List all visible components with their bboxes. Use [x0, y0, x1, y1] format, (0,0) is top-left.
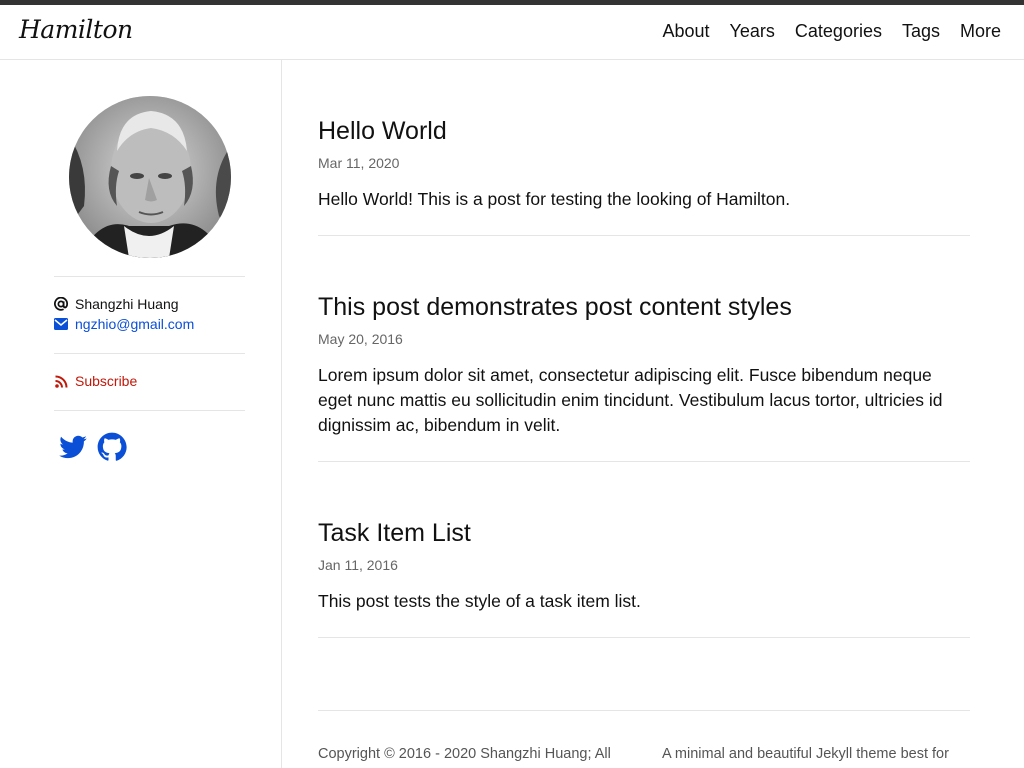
post-excerpt: Lorem ipsum dolor sit amet, consectetur …	[318, 365, 943, 435]
sidebar-divider	[54, 353, 245, 354]
rss-icon	[54, 374, 68, 388]
footer-divider	[318, 710, 970, 711]
post-title[interactable]: Task Item List	[318, 518, 970, 548]
author-name: Shangzhi Huang	[75, 296, 179, 312]
post-date: Jan 11, 2016	[318, 557, 398, 573]
author-row: Shangzhi Huang	[54, 296, 179, 312]
site-logo[interactable]: Hamilton	[19, 15, 133, 44]
nav-years[interactable]: Years	[730, 21, 775, 42]
sidebar-divider	[54, 276, 245, 277]
twitter-icon[interactable]	[58, 432, 88, 462]
post-date: May 20, 2016	[318, 331, 403, 347]
sidebar: Shangzhi Huang ngzhio@gmail.com Subscrib…	[0, 60, 282, 768]
subscribe-link[interactable]: Subscribe	[75, 373, 137, 389]
envelope-icon	[54, 317, 68, 331]
email-row: ngzhio@gmail.com	[54, 316, 194, 332]
nav-about[interactable]: About	[662, 21, 709, 42]
at-icon	[54, 297, 68, 311]
nav-tags[interactable]: Tags	[902, 21, 940, 42]
social-links	[58, 432, 127, 462]
list-item: Hello World Mar 11, 2020 Hello World! Th…	[318, 116, 970, 236]
footer-tagline: A minimal and beautiful Jekyll theme bes…	[662, 746, 949, 762]
post-title[interactable]: Hello World	[318, 116, 970, 146]
nav-categories[interactable]: Categories	[795, 21, 882, 42]
list-item: This post demonstrates post content styl…	[318, 292, 970, 462]
post-excerpt: This post tests the style of a task item…	[318, 591, 641, 611]
subscribe-row: Subscribe	[54, 373, 137, 389]
github-icon[interactable]	[97, 432, 127, 462]
main-nav: About Years Categories Tags More	[662, 21, 1001, 42]
email-link[interactable]: ngzhio@gmail.com	[75, 316, 194, 332]
list-item: Task Item List Jan 11, 2016 This post te…	[318, 518, 970, 638]
avatar	[69, 96, 231, 258]
site-header: Hamilton About Years Categories Tags Mor…	[0, 5, 1024, 60]
post-date: Mar 11, 2020	[318, 155, 400, 171]
footer-copyright: Copyright © 2016 - 2020 Shangzhi Huang; …	[318, 746, 611, 762]
nav-more[interactable]: More	[960, 21, 1001, 42]
post-excerpt: Hello World! This is a post for testing …	[318, 189, 791, 209]
post-title[interactable]: This post demonstrates post content styl…	[318, 292, 970, 322]
sidebar-divider	[54, 410, 245, 411]
